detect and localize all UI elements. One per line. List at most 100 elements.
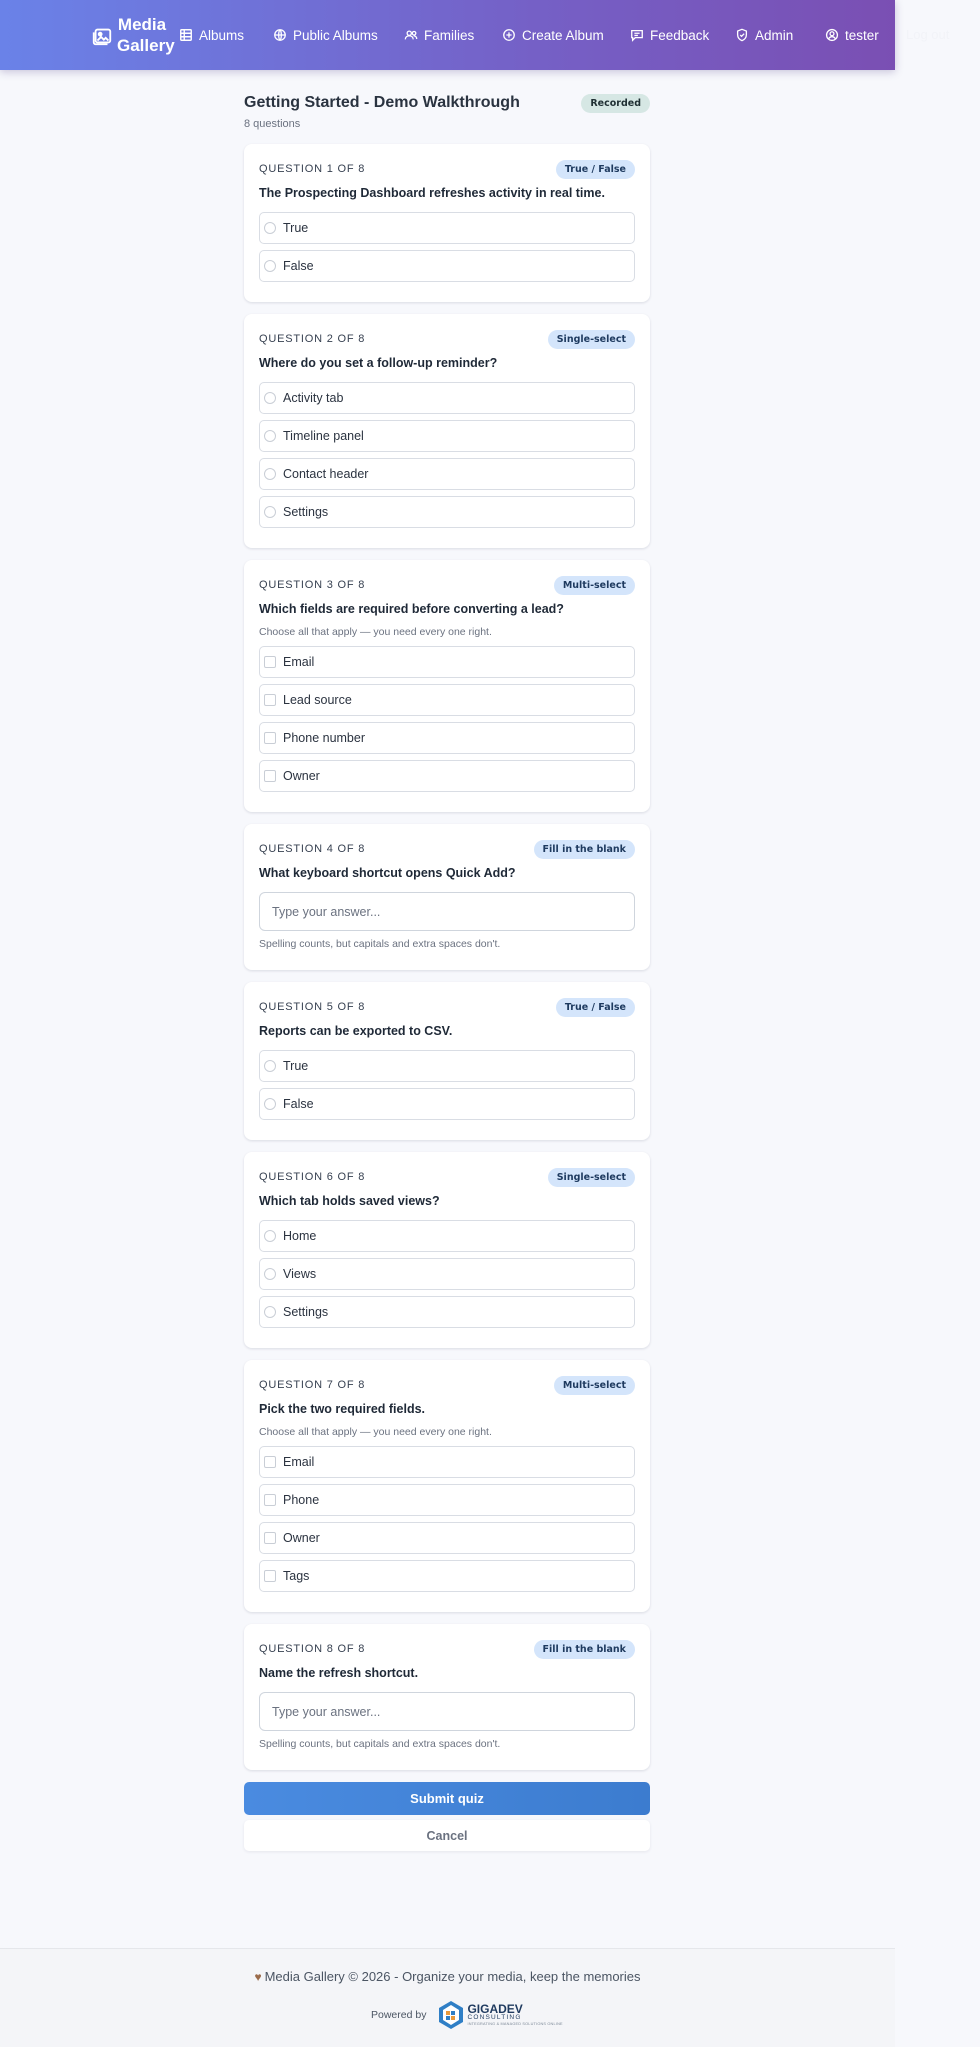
answer-option[interactable]: Owner xyxy=(259,760,635,792)
checkbox[interactable] xyxy=(264,1570,276,1582)
logo-wordmark: GIGADEV CONSULTING INTEGRATING & MANAGED… xyxy=(467,2003,562,2026)
answer-option[interactable]: Email xyxy=(259,646,635,678)
radio-button[interactable] xyxy=(264,260,276,272)
nav-public-albums-label: Public Albums xyxy=(293,27,378,43)
answer-option[interactable]: False xyxy=(259,1088,635,1120)
question-type-badge: Fill in the blank xyxy=(533,1639,635,1659)
nav-albums-label: Albums xyxy=(199,27,245,43)
nav-families[interactable]: Families xyxy=(404,25,474,45)
question-number: QUESTION 6 OF 8 xyxy=(259,1171,366,1183)
question-type-badge: True / False xyxy=(555,159,635,179)
brand-name: Media Gallery xyxy=(117,14,175,56)
top-navbar: Media Gallery Albums Public Albums Famil… xyxy=(0,0,895,70)
answer-option[interactable]: Views xyxy=(259,1258,635,1290)
checkbox[interactable] xyxy=(264,770,276,782)
powered-by: Powered by GIGADEV CONSULTING INTEGRATIN… xyxy=(371,1999,563,2031)
checkbox[interactable] xyxy=(264,1532,276,1544)
answer-option[interactable]: Settings xyxy=(259,496,635,528)
question-hint: Choose all that apply — you need every o… xyxy=(259,1426,492,1438)
option-label: True xyxy=(283,221,309,235)
answer-option[interactable]: Tags xyxy=(259,1560,635,1592)
overflow-nav-text[interactable]: Log out xyxy=(906,27,949,42)
nav-admin[interactable]: Admin xyxy=(735,25,793,45)
radio-button[interactable] xyxy=(264,222,276,234)
nav-public-albums[interactable]: Public Albums xyxy=(273,25,378,45)
option-label: Home xyxy=(283,1229,317,1243)
radio-button[interactable] xyxy=(264,1268,276,1280)
status-badge: Recorded xyxy=(581,94,650,113)
nav-feedback[interactable]: Feedback xyxy=(630,25,709,45)
answer-option[interactable]: Activity tab xyxy=(259,382,635,414)
radio-button[interactable] xyxy=(264,1060,276,1072)
radio-button[interactable] xyxy=(264,392,276,404)
option-label: Settings xyxy=(283,505,329,519)
option-label: Activity tab xyxy=(283,391,344,405)
answer-option[interactable]: Owner xyxy=(259,1522,635,1554)
option-label: Contact header xyxy=(283,467,369,481)
answer-option[interactable]: Timeline panel xyxy=(259,420,635,452)
question-card-4: QUESTION 4 OF 8 Fill in the blank What k… xyxy=(244,824,650,970)
answer-option[interactable]: Settings xyxy=(259,1296,635,1328)
answer-option[interactable]: True xyxy=(259,212,635,244)
question-text: Reports can be exported to CSV. xyxy=(259,1024,453,1038)
option-label: Tags xyxy=(283,1569,310,1583)
question-card-7: QUESTION 7 OF 8 Multi-select Pick the tw… xyxy=(244,1360,650,1612)
answer-option[interactable]: Contact header xyxy=(259,458,635,490)
quiz-container: Getting Started - Demo Walkthrough 8 que… xyxy=(244,94,650,1851)
radio-button[interactable] xyxy=(264,1306,276,1318)
radio-button[interactable] xyxy=(264,1098,276,1110)
option-label: False xyxy=(283,259,314,273)
checkbox[interactable] xyxy=(264,1494,276,1506)
globe-icon xyxy=(274,29,286,41)
question-type-badge: Fill in the blank xyxy=(533,839,635,859)
nav-create-album[interactable]: Create Album xyxy=(502,25,604,45)
logo-tagline: INTEGRATING & MANAGED SOLUTIONS ONLINE xyxy=(467,2021,563,2026)
answer-option[interactable]: Phone number xyxy=(259,722,635,754)
radio-button[interactable] xyxy=(264,506,276,518)
powered-by-label: Powered by xyxy=(371,2009,427,2021)
radio-button[interactable] xyxy=(264,1230,276,1242)
question-number: QUESTION 2 OF 8 xyxy=(259,333,366,345)
question-card-5: QUESTION 5 OF 8 True / False Reports can… xyxy=(244,982,650,1140)
answer-option[interactable]: Lead source xyxy=(259,684,635,716)
option-label: Email xyxy=(283,655,315,669)
footer-text: Media Gallery © 2026 - Organize your med… xyxy=(264,1969,641,1984)
question-number: QUESTION 4 OF 8 xyxy=(259,843,366,855)
brand-line-2: Gallery xyxy=(117,36,175,55)
answer-input[interactable] xyxy=(259,1692,635,1731)
question-text: Name the refresh shortcut. xyxy=(259,1666,419,1680)
question-number: QUESTION 7 OF 8 xyxy=(259,1379,366,1391)
question-number: QUESTION 8 OF 8 xyxy=(259,1643,366,1655)
radio-button[interactable] xyxy=(264,430,276,442)
submit-quiz-button[interactable]: Submit quiz xyxy=(244,1782,650,1815)
cancel-button[interactable]: Cancel xyxy=(244,1820,650,1851)
answer-option[interactable]: False xyxy=(259,250,635,282)
question-text: Where do you set a follow-up reminder? xyxy=(259,356,498,370)
message-icon xyxy=(631,29,643,42)
nav-user-menu[interactable]: tester xyxy=(825,25,879,45)
answer-option[interactable]: True xyxy=(259,1050,635,1082)
answer-option[interactable]: Phone xyxy=(259,1484,635,1516)
nav-albums[interactable]: Albums xyxy=(179,25,244,45)
answer-option[interactable]: Home xyxy=(259,1220,635,1252)
nav-create-album-label: Create Album xyxy=(522,27,604,43)
users-icon xyxy=(404,30,418,40)
brand-link[interactable]: Media Gallery xyxy=(91,14,175,56)
checkbox[interactable] xyxy=(264,694,276,706)
question-type-badge: Multi-select xyxy=(553,575,635,595)
answer-option[interactable]: Email xyxy=(259,1446,635,1478)
image-icon xyxy=(92,28,112,46)
gigadev-logo-link[interactable]: GIGADEV CONSULTING INTEGRATING & MANAGED… xyxy=(438,2000,563,2030)
checkbox[interactable] xyxy=(264,1456,276,1468)
question-number: QUESTION 1 OF 8 xyxy=(259,163,366,175)
nav-user-label: tester xyxy=(845,27,879,43)
checkbox[interactable] xyxy=(264,656,276,668)
question-card-6: QUESTION 6 OF 8 Single-select Which tab … xyxy=(244,1152,650,1348)
question-card-3: QUESTION 3 OF 8 Multi-select Which field… xyxy=(244,560,650,812)
option-label: Timeline panel xyxy=(283,429,364,443)
checkbox[interactable] xyxy=(264,732,276,744)
question-text: Which tab holds saved views? xyxy=(259,1194,440,1208)
question-card-2: QUESTION 2 OF 8 Single-select Where do y… xyxy=(244,314,650,548)
radio-button[interactable] xyxy=(264,468,276,480)
answer-input[interactable] xyxy=(259,892,635,931)
